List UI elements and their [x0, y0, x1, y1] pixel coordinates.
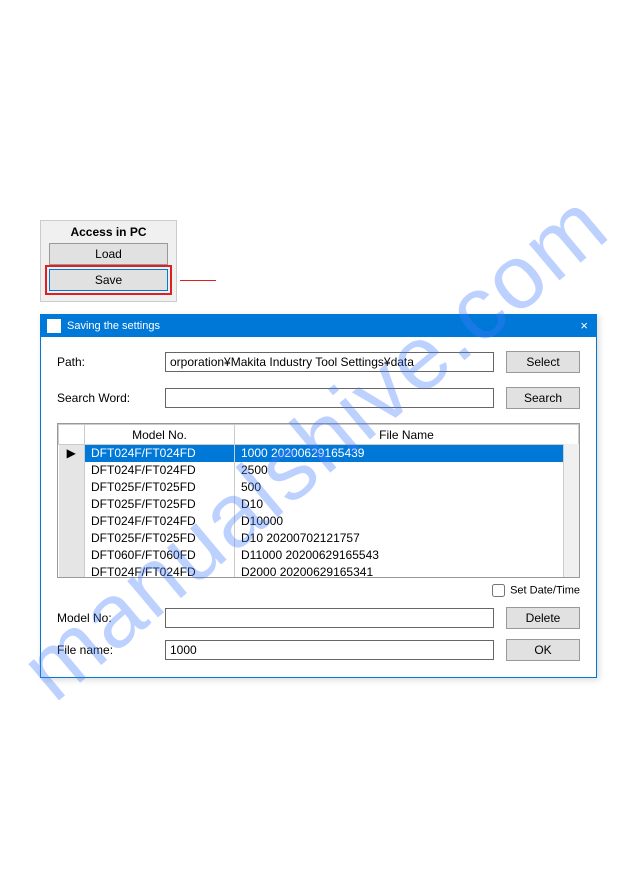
cell-model: DFT024F/FT024FD — [85, 462, 235, 479]
table-row[interactable]: ▶DFT024F/FT024FD1000 20200629165439 — [59, 445, 579, 462]
ok-button[interactable]: OK — [506, 639, 580, 661]
cell-file: D10000 — [235, 513, 579, 530]
table-row[interactable]: DFT024F/FT024FDD2000 20200629165341 — [59, 564, 579, 579]
cell-file: 500 — [235, 479, 579, 496]
table-row[interactable]: DFT024F/FT024FDD10000 — [59, 513, 579, 530]
select-button[interactable]: Select — [506, 351, 580, 373]
access-in-pc-panel: Access in PC Load Save — [40, 220, 177, 302]
set-datetime-row: Set Date/Time — [57, 584, 580, 597]
table-row[interactable]: DFT025F/FT025FDD10 — [59, 496, 579, 513]
annotation-leader-line — [180, 280, 216, 281]
row-indicator-icon — [59, 496, 85, 513]
row-indicator-icon — [59, 462, 85, 479]
app-icon — [47, 319, 61, 333]
row-indicator-icon — [59, 479, 85, 496]
cell-model: DFT024F/FT024FD — [85, 445, 235, 462]
cell-model: DFT025F/FT025FD — [85, 479, 235, 496]
dialog-body: Path: Select Search Word: Search Model N… — [41, 337, 596, 677]
dialog-title: Saving the settings — [67, 320, 160, 332]
path-label: Path: — [57, 355, 165, 369]
col-header-model[interactable]: Model No. — [85, 425, 235, 445]
cell-file: D11000 20200629165543 — [235, 547, 579, 564]
row-indicator-icon: ▶ — [59, 445, 85, 462]
search-input[interactable] — [165, 388, 494, 408]
cell-model: DFT060F/FT060FD — [85, 547, 235, 564]
cell-file: D2000 20200629165341 — [235, 564, 579, 579]
col-header-arrow[interactable] — [59, 425, 85, 445]
save-button[interactable]: Save — [49, 269, 168, 291]
filename-row: File name: OK — [57, 639, 580, 661]
filename-input[interactable] — [165, 640, 494, 660]
search-row: Search Word: Search — [57, 387, 580, 409]
results-table[interactable]: Model No. File Name ▶DFT024F/FT024FD1000… — [58, 424, 579, 578]
cell-file: D10 20200702121757 — [235, 530, 579, 547]
model-input[interactable] — [165, 608, 494, 628]
path-input[interactable] — [165, 352, 494, 372]
set-datetime-checkbox[interactable] — [492, 584, 505, 597]
model-row: Model No: Delete — [57, 607, 580, 629]
cell-model: DFT024F/FT024FD — [85, 564, 235, 579]
delete-button[interactable]: Delete — [506, 607, 580, 629]
filename-label: File name: — [57, 643, 165, 657]
table-header-row: Model No. File Name — [59, 425, 579, 445]
table-row[interactable]: DFT025F/FT025FD500 — [59, 479, 579, 496]
table-row[interactable]: DFT024F/FT024FD2500 — [59, 462, 579, 479]
dialog-titlebar[interactable]: Saving the settings × — [41, 315, 596, 337]
saving-settings-dialog: Saving the settings × Path: Select Searc… — [40, 314, 597, 678]
cell-file: 2500 — [235, 462, 579, 479]
row-indicator-icon — [59, 547, 85, 564]
set-datetime-label: Set Date/Time — [510, 584, 580, 596]
results-table-container: Model No. File Name ▶DFT024F/FT024FD1000… — [57, 423, 580, 578]
cell-file: 1000 20200629165439 — [235, 445, 579, 462]
cell-model: DFT025F/FT025FD — [85, 496, 235, 513]
cell-model: DFT024F/FT024FD — [85, 513, 235, 530]
search-label: Search Word: — [57, 391, 165, 405]
access-panel-title: Access in PC — [49, 225, 168, 239]
cell-model: DFT025F/FT025FD — [85, 530, 235, 547]
row-indicator-icon — [59, 513, 85, 530]
model-label: Model No: — [57, 611, 165, 625]
vertical-scrollbar[interactable] — [563, 444, 579, 577]
close-icon[interactable]: × — [580, 318, 588, 333]
row-indicator-icon — [59, 564, 85, 579]
row-indicator-icon — [59, 530, 85, 547]
load-button[interactable]: Load — [49, 243, 168, 265]
path-row: Path: Select — [57, 351, 580, 373]
col-header-file[interactable]: File Name — [235, 425, 579, 445]
search-button[interactable]: Search — [506, 387, 580, 409]
cell-file: D10 — [235, 496, 579, 513]
table-row[interactable]: DFT025F/FT025FDD10 20200702121757 — [59, 530, 579, 547]
table-row[interactable]: DFT060F/FT060FDD11000 20200629165543 — [59, 547, 579, 564]
